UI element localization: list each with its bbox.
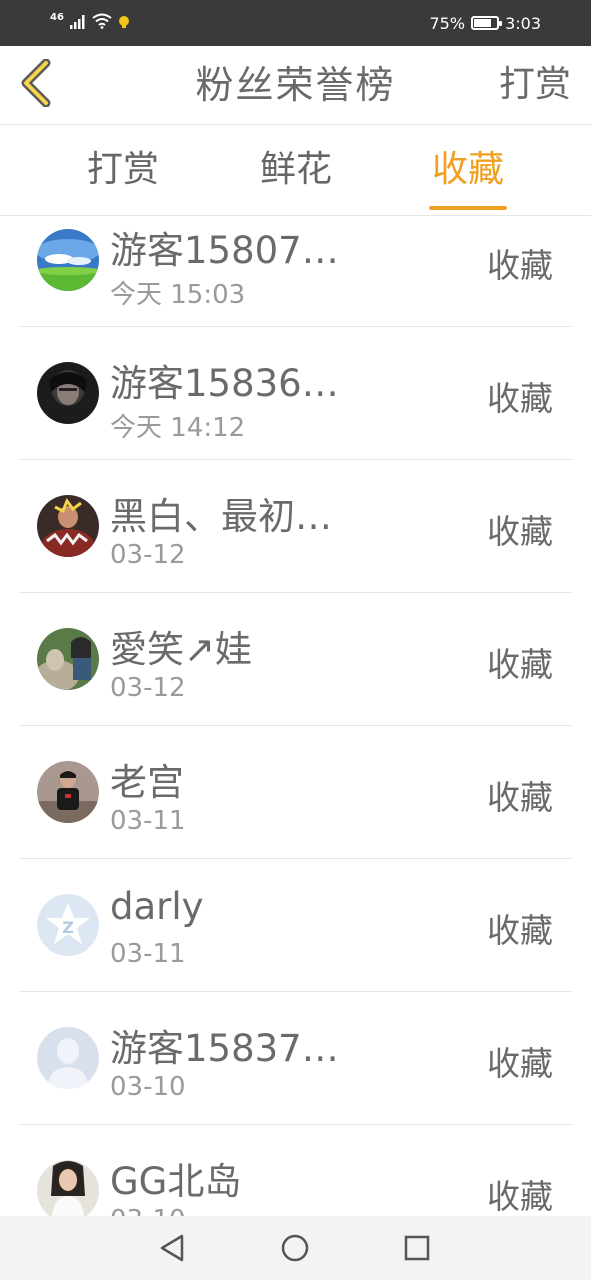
battery-fill [474, 19, 492, 27]
user-name: 游客15807… [110, 229, 339, 272]
list-item[interactable]: 老宫 03-11 收藏 [0, 726, 591, 859]
user-time: 03-11 [110, 806, 186, 836]
user-name: 老宫 [110, 761, 184, 804]
active-tab-indicator [429, 206, 507, 210]
user-name: 黑白、最初… [110, 495, 332, 538]
notification-icon [118, 14, 130, 33]
status-right: 75% 3:03 [430, 10, 542, 36]
tab-favorites[interactable]: 收藏 [398, 125, 538, 215]
favorite-label: 收藏 [487, 778, 553, 817]
list-item[interactable]: Z darly 03-11 收藏 [0, 859, 591, 992]
favorite-label: 收藏 [487, 512, 553, 551]
list-item[interactable]: 游客15837… 03-10 收藏 [0, 992, 591, 1125]
list-item[interactable]: 游客15807… 今天 15:03 收藏 [0, 216, 591, 327]
avatar [37, 1027, 99, 1089]
reward-button[interactable]: 打赏 [499, 46, 571, 124]
avatar: Z [37, 894, 99, 956]
user-time: 今天 15:03 [110, 280, 246, 310]
signal-icon [69, 14, 86, 33]
avatar [37, 628, 99, 690]
wifi-icon [92, 13, 112, 33]
favorite-label: 收藏 [487, 1044, 553, 1083]
user-time: 03-12 [110, 540, 186, 570]
user-name: 游客15837… [110, 1027, 339, 1070]
clock: 3:03 [505, 13, 541, 33]
avatar [37, 229, 99, 291]
header: 粉丝荣誉榜 打赏 [0, 46, 591, 125]
user-time: 03-12 [110, 673, 186, 703]
favorite-label: 收藏 [487, 645, 553, 684]
user-time: 03-10 [110, 1072, 186, 1102]
status-bar: 46 75% 3:03 [0, 0, 591, 46]
battery-percent: 75% [429, 13, 466, 33]
list-item[interactable]: GG北岛 03-10 收藏 [0, 1125, 591, 1216]
favorite-label: 收藏 [487, 246, 553, 285]
tab-label: 打赏 [86, 149, 159, 190]
system-nav-bar [0, 1216, 591, 1280]
favorite-label: 收藏 [487, 379, 553, 418]
status-left: 46 [50, 10, 130, 36]
battery-icon [471, 16, 503, 30]
home-circle-icon[interactable] [279, 1232, 311, 1264]
user-name: 游客15836… [110, 362, 339, 405]
back-triangle-icon[interactable] [156, 1232, 188, 1264]
network-label: 46 [50, 11, 64, 23]
fan-list: 游客15807… 今天 15:03 收藏 游客15836… 今天 14:12 收… [0, 216, 591, 1216]
avatar [37, 761, 99, 823]
list-item[interactable]: 愛笑↗娃 03-12 收藏 [0, 593, 591, 726]
avatar [37, 362, 99, 424]
favorite-label: 收藏 [487, 911, 553, 950]
tab-bar: 打赏 鲜花 收藏 [0, 125, 591, 216]
avatar [37, 495, 99, 557]
tab-label: 收藏 [431, 149, 504, 190]
tab-label: 鲜花 [259, 149, 332, 190]
list-item[interactable]: 游客15836… 今天 14:12 收藏 [0, 327, 591, 460]
favorite-label: 收藏 [487, 1177, 553, 1216]
user-name: darly [110, 885, 204, 928]
avatar [37, 1160, 99, 1216]
tab-flowers[interactable]: 鲜花 [226, 125, 366, 215]
user-time: 03-11 [110, 939, 186, 969]
recents-square-icon[interactable] [401, 1232, 433, 1264]
user-name: GG北岛 [110, 1160, 242, 1203]
tab-reward[interactable]: 打赏 [53, 125, 193, 215]
user-name: 愛笑↗娃 [110, 628, 253, 671]
list-item[interactable]: 黑白、最初… 03-12 收藏 [0, 460, 591, 593]
user-time: 今天 14:12 [110, 413, 246, 443]
svg-text:Z: Z [62, 918, 74, 937]
user-time: 03-10 [110, 1205, 186, 1216]
